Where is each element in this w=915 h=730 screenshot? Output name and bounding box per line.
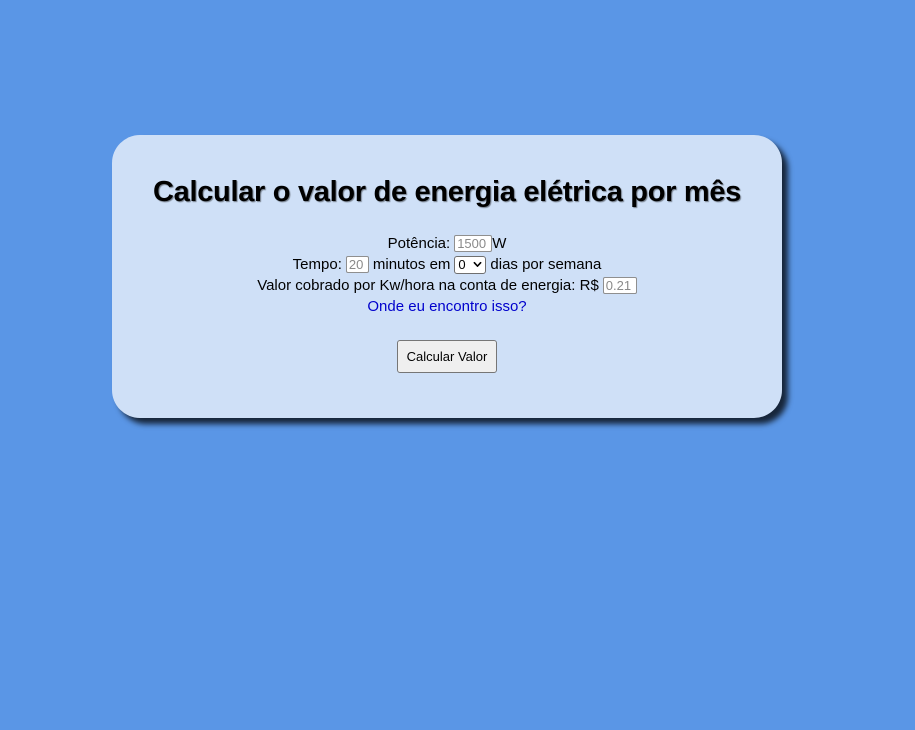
valor-row: Valor cobrado por Kw/hora na conta de en…: [112, 275, 782, 296]
chevron-down-icon: [473, 261, 482, 267]
tempo-input[interactable]: [345, 256, 369, 273]
tempo-label: Tempo:: [292, 256, 342, 273]
valor-input[interactable]: [602, 277, 637, 294]
potencia-row: Potência: W: [112, 233, 782, 254]
help-link[interactable]: Onde eu encontro isso?: [367, 296, 526, 317]
help-row: Onde eu encontro isso?: [112, 296, 782, 317]
energy-form: Potência: W Tempo: minutos em 0 dias por…: [112, 233, 782, 317]
potencia-unit: W: [492, 235, 507, 252]
valor-label: Valor cobrado por Kw/hora na conta de en…: [257, 277, 599, 294]
dias-select[interactable]: 0: [454, 255, 487, 274]
potencia-input[interactable]: [454, 235, 493, 252]
page-title: Calcular o valor de energia elétrica por…: [153, 176, 741, 208]
potencia-label: Potência:: [387, 235, 451, 252]
calculator-card: Calcular o valor de energia elétrica por…: [112, 135, 782, 418]
dias-select-value: 0: [458, 257, 466, 272]
calculate-button[interactable]: Calcular Valor: [397, 340, 497, 373]
tempo-minutes-text: minutos em: [372, 256, 451, 273]
tempo-row: Tempo: minutos em 0 dias por semana: [112, 254, 782, 275]
dias-suffix-text: dias por semana: [490, 256, 602, 273]
